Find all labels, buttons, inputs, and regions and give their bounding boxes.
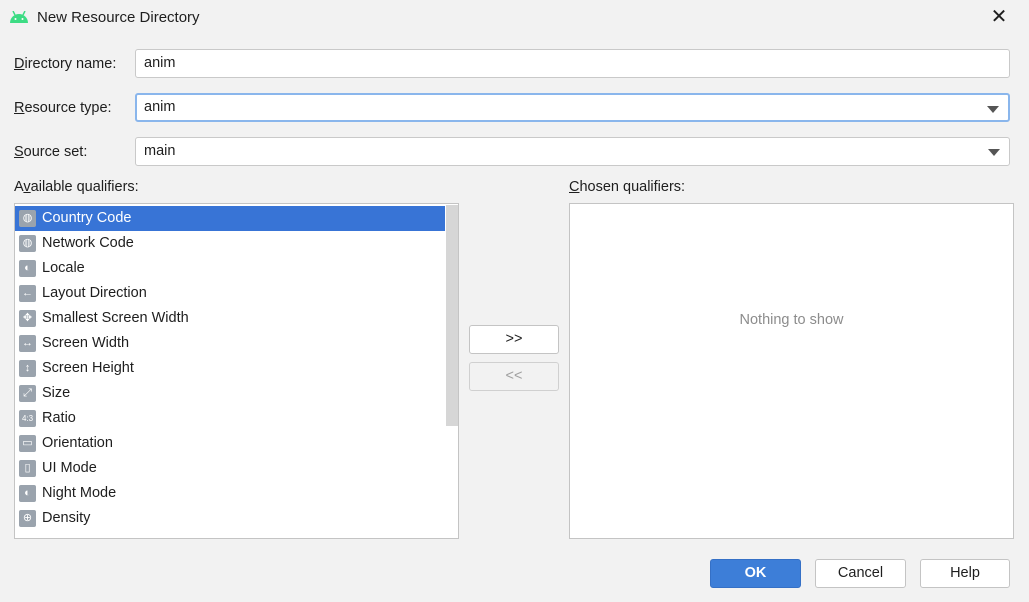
qualifier-item[interactable]: 4:3 Ratio (15, 406, 445, 431)
density-icon: ⊕ (19, 510, 36, 527)
qualifier-label: Screen Height (42, 360, 134, 376)
resource-type-select[interactable]: anim (135, 93, 1010, 122)
qualifier-label: Smallest Screen Width (42, 310, 189, 326)
qualifier-item[interactable]: ▯ UI Mode (15, 456, 445, 481)
scrollbar-thumb[interactable] (446, 205, 458, 426)
qualifier-label: Ratio (42, 410, 76, 426)
add-qualifier-button[interactable]: >> (469, 325, 559, 354)
available-qualifiers-label: Available qualifiers: (14, 179, 139, 195)
country-code-icon: ◍ (19, 210, 36, 227)
qualifier-item[interactable]: ⊕ Density (15, 506, 445, 531)
chosen-qualifiers-label: Chosen qualifiers: (569, 179, 686, 195)
source-set-label: Source set: (14, 144, 88, 160)
source-set-select[interactable]: main (135, 137, 1010, 166)
available-qualifiers-list[interactable]: ⊕ Density ◐ Night Mode ▯ UI Mode ▭ Orientation 4… (14, 203, 459, 539)
qualifier-item[interactable]: ◐ Night Mode (15, 481, 445, 506)
layout-direction-icon: ← (19, 285, 36, 302)
qualifier-item[interactable]: ◍ Network Code (15, 231, 445, 256)
qualifier-item[interactable]: ⤢ Size (15, 381, 445, 406)
qualifier-label: Orientation (42, 435, 113, 451)
size-icon: ⤢ (19, 385, 36, 402)
ok-button[interactable]: OK (710, 559, 801, 588)
locale-icon: ◐ (19, 260, 36, 277)
qualifier-item[interactable]: ✥ Smallest Screen Width (15, 306, 445, 331)
qualifier-item[interactable]: ↕ Screen Height (15, 356, 445, 381)
qualifier-item[interactable]: ▭ Orientation (15, 431, 445, 456)
qualifier-item[interactable]: ◐ Locale (15, 256, 445, 281)
qualifier-item[interactable]: ◍ Country Code (15, 206, 445, 231)
directory-name-input[interactable]: anim (135, 49, 1010, 78)
chosen-qualifiers-list[interactable]: Nothing to show (569, 203, 1014, 539)
screen-width-icon: ↔ (19, 335, 36, 352)
qualifier-label: Density (42, 510, 91, 526)
qualifier-label: Layout Direction (42, 285, 147, 301)
close-icon[interactable]: ✕ (988, 6, 1010, 28)
ratio-icon: 4:3 (19, 410, 36, 427)
qualifier-label: Locale (42, 260, 85, 276)
directory-name-label: Directory name: (14, 56, 117, 72)
qualifier-label: Country Code (42, 210, 132, 226)
resource-type-label: Resource type: (14, 100, 112, 116)
night-mode-icon: ◐ (19, 485, 36, 502)
chevron-down-icon (987, 106, 999, 113)
empty-state-text: Nothing to show (739, 312, 844, 328)
qualifier-label: Size (42, 385, 71, 401)
smallest-screen-width-icon: ✥ (19, 310, 36, 327)
qualifier-label: Network Code (42, 235, 134, 251)
qualifier-label: UI Mode (42, 460, 97, 476)
qualifier-label: Night Mode (42, 485, 117, 501)
dialog-title: New Resource Directory (37, 9, 200, 26)
screen-height-icon: ↕ (19, 360, 36, 377)
network-code-icon: ◍ (19, 235, 36, 252)
help-button[interactable]: Help (920, 559, 1010, 588)
ui-mode-icon: ▯ (19, 460, 36, 477)
qualifier-item[interactable]: ↔ Screen Width (15, 331, 445, 356)
android-logo-icon (10, 11, 28, 23)
remove-qualifier-button[interactable]: << (469, 362, 559, 391)
orientation-icon: ▭ (19, 435, 36, 452)
chevron-down-icon (988, 149, 1000, 156)
qualifier-item[interactable]: ← Layout Direction (15, 281, 445, 306)
cancel-button[interactable]: Cancel (815, 559, 906, 588)
qualifier-label: Screen Width (42, 335, 130, 351)
